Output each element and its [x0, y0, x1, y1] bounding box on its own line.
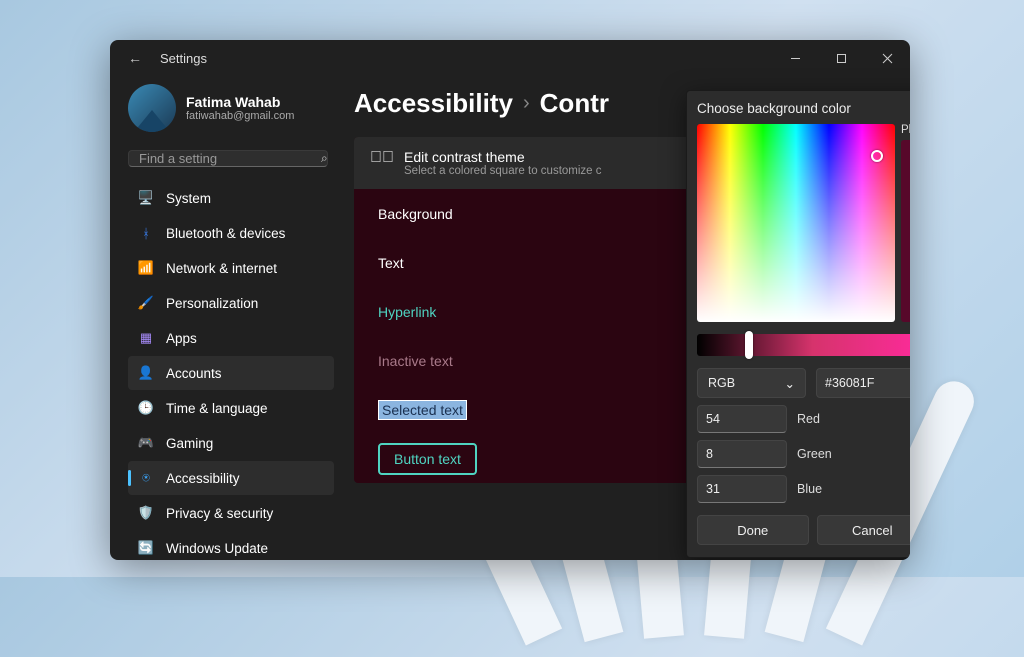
- theme-row-label: Selected text: [378, 400, 467, 420]
- brush-icon: ✎⃝: [370, 149, 390, 167]
- nav-icon: 🎮: [138, 435, 154, 451]
- avatar: [128, 84, 176, 132]
- sidebar-item-windows-update[interactable]: 🔄 Windows Update: [128, 531, 334, 560]
- nav-label: Privacy & security: [166, 506, 273, 521]
- sv-canvas[interactable]: [697, 124, 895, 322]
- nav-list: 🖥️ System ᚼ Bluetooth & devices 📶 Network & i…: [128, 181, 334, 560]
- nav-label: Accessibility: [166, 471, 240, 486]
- sidebar-item-accessibility[interactable]: ⍟ Accessibility: [128, 461, 334, 495]
- panel-subtitle: Select a colored square to customize c: [404, 165, 602, 177]
- breadcrumb-sep: ›: [523, 92, 530, 115]
- color-mode-select[interactable]: RGB ⌄: [697, 368, 806, 398]
- nav-icon: 🛡️: [138, 505, 154, 521]
- sidebar-item-privacy-security[interactable]: 🛡️ Privacy & security: [128, 496, 334, 530]
- sidebar-item-personalization[interactable]: 🖌️ Personalization: [128, 286, 334, 320]
- breadcrumb-current: Contr: [540, 88, 609, 119]
- sidebar-item-accounts[interactable]: 👤 Accounts: [128, 356, 334, 390]
- picker-title: Choose background color: [697, 101, 910, 116]
- red-label: Red: [797, 412, 820, 426]
- done-button[interactable]: Done: [697, 515, 809, 545]
- chevron-down-icon: ⌄: [785, 376, 795, 391]
- panel-title: Edit contrast theme: [404, 149, 602, 165]
- search-input[interactable]: ⌕: [128, 150, 328, 167]
- color-mode-value: RGB: [708, 376, 735, 390]
- sidebar-item-gaming[interactable]: 🎮 Gaming: [128, 426, 334, 460]
- nav-icon: ᚼ: [138, 225, 154, 241]
- hue-thumb[interactable]: [745, 331, 753, 359]
- profile-name: Fatima Wahab: [186, 94, 294, 110]
- maximize-button[interactable]: [818, 40, 864, 76]
- app-title: Settings: [160, 51, 207, 66]
- theme-row-label: Button text: [378, 443, 477, 475]
- nav-icon: 👤: [138, 365, 154, 381]
- titlebar: ← Settings: [110, 40, 910, 76]
- nav-label: Gaming: [166, 436, 213, 451]
- nav-label: Personalization: [166, 296, 258, 311]
- theme-row-label: Hyperlink: [378, 304, 436, 320]
- breadcrumb-parent[interactable]: Accessibility: [354, 88, 513, 119]
- sidebar-item-network-internet[interactable]: 📶 Network & internet: [128, 251, 334, 285]
- color-name-label: Plum: [901, 124, 910, 136]
- sidebar-item-bluetooth-devices[interactable]: ᚼ Bluetooth & devices: [128, 216, 334, 250]
- color-picker-dialog: Choose background color Plum RGB ⌄ #3608…: [686, 90, 910, 558]
- theme-row-label: Text: [378, 255, 404, 271]
- nav-icon: 🕒: [138, 400, 154, 416]
- theme-row-label: Background: [378, 206, 453, 222]
- nav-icon: 🔄: [138, 540, 154, 556]
- profile-email: fatiwahab@gmail.com: [186, 110, 294, 122]
- nav-label: Apps: [166, 331, 197, 346]
- nav-icon: ▦: [138, 330, 154, 346]
- sv-cursor[interactable]: [871, 150, 883, 162]
- sidebar: Fatima Wahab fatiwahab@gmail.com ⌕ 🖥️ Sys…: [110, 76, 342, 560]
- search-icon: ⌕: [321, 151, 328, 166]
- nav-label: System: [166, 191, 211, 206]
- sidebar-item-apps[interactable]: ▦ Apps: [128, 321, 334, 355]
- nav-label: Windows Update: [166, 541, 268, 556]
- nav-label: Time & language: [166, 401, 268, 416]
- preview-swatch: [901, 140, 910, 322]
- nav-label: Bluetooth & devices: [166, 226, 285, 241]
- minimize-button[interactable]: [772, 40, 818, 76]
- hue-slider[interactable]: [697, 334, 910, 356]
- sidebar-item-system[interactable]: 🖥️ System: [128, 181, 334, 215]
- sidebar-item-time-language[interactable]: 🕒 Time & language: [128, 391, 334, 425]
- nav-icon: 🖌️: [138, 295, 154, 311]
- nav-label: Network & internet: [166, 261, 277, 276]
- green-label: Green: [797, 447, 832, 461]
- hex-input[interactable]: #36081F: [816, 368, 910, 398]
- search-field[interactable]: [139, 151, 315, 166]
- profile-block[interactable]: Fatima Wahab fatiwahab@gmail.com: [128, 76, 334, 146]
- nav-label: Accounts: [166, 366, 222, 381]
- green-input[interactable]: 8: [697, 440, 787, 468]
- blue-label: Blue: [797, 482, 822, 496]
- nav-icon: 🖥️: [138, 190, 154, 206]
- red-input[interactable]: 54: [697, 405, 787, 433]
- blue-input[interactable]: 31: [697, 475, 787, 503]
- back-button[interactable]: ←: [128, 50, 142, 66]
- settings-window: ← Settings Fatima Wahab fatiwahab@gmail.…: [110, 40, 910, 560]
- theme-row-label: Inactive text: [378, 353, 453, 369]
- nav-icon: ⍟: [138, 470, 154, 486]
- cancel-button[interactable]: Cancel: [817, 515, 911, 545]
- close-button[interactable]: [864, 40, 910, 76]
- nav-icon: 📶: [138, 260, 154, 276]
